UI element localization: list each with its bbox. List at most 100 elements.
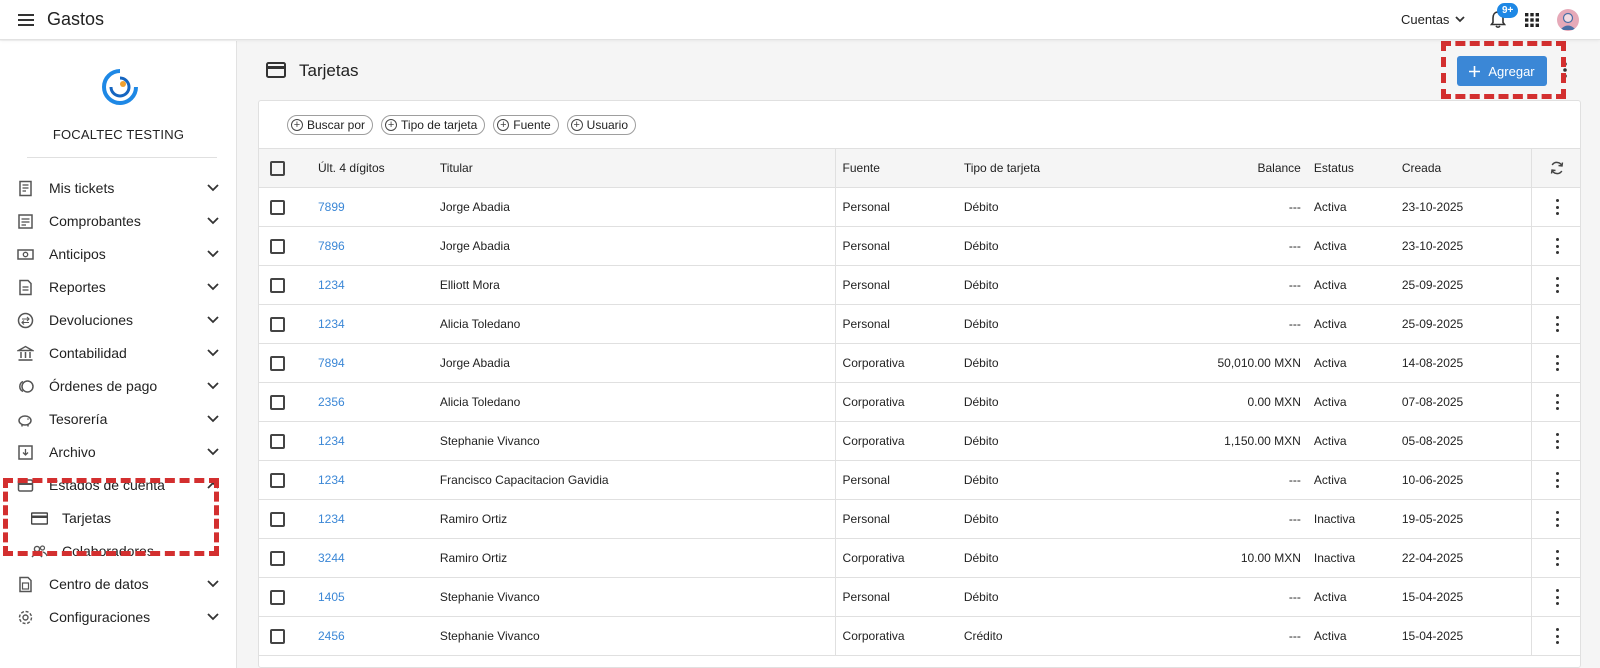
row-more-options-icon[interactable]	[1555, 394, 1559, 410]
card-digits-link[interactable]: 7896	[318, 239, 345, 253]
row-more-options-icon[interactable]	[1555, 277, 1559, 293]
cell-balance: 1,150.00 MXN	[1080, 421, 1313, 461]
row-checkbox[interactable]	[270, 628, 285, 644]
column-header-digits[interactable]: Últ. 4 dígitos	[302, 148, 429, 188]
row-checkbox[interactable]	[270, 589, 285, 605]
row-more-options-icon[interactable]	[1555, 199, 1559, 215]
sidebar-item-estados-de-cuenta[interactable]: Estados de cuenta	[0, 469, 237, 501]
hamburger-menu-icon[interactable]	[16, 11, 36, 29]
table-row[interactable]: 1234 Francisco Capacitacion Gavidia Person…	[259, 460, 1580, 500]
table-row[interactable]: 1234 Stephanie Vivanco Corporativa Débito 1,…	[259, 421, 1580, 461]
row-checkbox[interactable]	[270, 472, 285, 488]
cell-source: Corporativa	[835, 343, 958, 383]
filter-chip-usuario[interactable]: + Usuario	[566, 115, 637, 135]
table-row[interactable]: 7899 Jorge Abadia Personal Débito --- Activa 2…	[259, 187, 1580, 227]
row-checkbox[interactable]	[270, 238, 285, 254]
sidebar-item-configuraciones[interactable]: Configuraciones	[0, 601, 237, 633]
apps-grid-icon[interactable]	[1525, 13, 1539, 27]
column-header-holder[interactable]: Titular	[428, 148, 836, 188]
column-header-created[interactable]: Creada	[1400, 148, 1533, 188]
cell-created: 19-05-2025	[1400, 499, 1533, 539]
card-digits-link[interactable]: 1234	[318, 512, 345, 526]
sidebar-item-anticipos[interactable]: Anticipos	[0, 238, 237, 270]
cell-digits: 1234	[302, 460, 429, 500]
card-digits-link[interactable]: 1234	[318, 473, 345, 487]
column-header-balance[interactable]: Balance	[1080, 148, 1313, 188]
sidebar-item-mis-tickets[interactable]: Mis tickets	[0, 172, 237, 204]
accounts-dropdown[interactable]: Cuentas	[1401, 12, 1466, 27]
cell-balance: ---	[1080, 304, 1313, 344]
row-more-options-icon[interactable]	[1555, 433, 1559, 449]
card-digits-link[interactable]: 7894	[318, 356, 345, 370]
cell-status: Activa	[1312, 265, 1401, 305]
select-all-checkbox[interactable]	[270, 160, 285, 176]
row-checkbox[interactable]	[270, 550, 285, 566]
cell-source: Personal	[835, 265, 958, 305]
sidebar-item-centro-de-datos[interactable]: Centro de datos	[0, 568, 237, 600]
row-more-options-icon[interactable]	[1555, 238, 1559, 254]
avatar[interactable]	[1557, 9, 1579, 31]
card-digits-link[interactable]: 1405	[318, 590, 345, 604]
column-header-type[interactable]: Tipo de tarjeta	[957, 148, 1081, 188]
card-digits-link[interactable]: 1234	[318, 434, 345, 448]
row-more-options-icon[interactable]	[1555, 589, 1559, 605]
card-digits-link[interactable]: 7899	[318, 200, 345, 214]
column-header-source[interactable]: Fuente	[835, 148, 958, 188]
sidebar-item-contabilidad[interactable]: Contabilidad	[0, 337, 237, 369]
card-digits-link[interactable]: 3244	[318, 551, 345, 565]
row-checkbox[interactable]	[270, 199, 285, 215]
cell-balance: ---	[1080, 226, 1313, 266]
card-digits-link[interactable]: 2456	[318, 629, 345, 643]
row-checkbox[interactable]	[270, 433, 285, 449]
table-row[interactable]: 1405 Stephanie Vivanco Personal Débito --- Ac…	[259, 577, 1580, 617]
sidebar-item-label: Configuraciones	[49, 609, 151, 625]
chevron-down-icon	[207, 382, 219, 390]
table-row[interactable]: 2456 Stephanie Vivanco Corporativa Crédito -…	[259, 616, 1580, 656]
table-row[interactable]: 1234 Elliott Mora Personal Débito --- Activa 2…	[259, 265, 1580, 305]
filter-chip-tipo-de-tarjeta[interactable]: + Tipo de tarjeta	[381, 115, 486, 135]
table-row[interactable]: 3244 Ramiro Ortiz Corporativa Débito 10.00 M…	[259, 538, 1580, 578]
filter-chip-fuente[interactable]: + Fuente	[493, 115, 559, 135]
database-icon	[19, 576, 32, 593]
row-checkbox[interactable]	[270, 511, 285, 527]
row-checkbox[interactable]	[270, 355, 285, 371]
table-row[interactable]: 1234 Ramiro Ortiz Personal Débito --- Inactiv…	[259, 499, 1580, 539]
row-checkbox[interactable]	[270, 394, 285, 410]
card-digits-link[interactable]: 2356	[318, 395, 345, 409]
column-header-status[interactable]: Estatus	[1312, 148, 1401, 188]
more-options-icon[interactable]	[1562, 60, 1568, 80]
cell-digits: 1234	[302, 499, 429, 539]
sidebar-item-comprobantes[interactable]: Comprobantes	[0, 205, 237, 237]
sidebar-item-reportes[interactable]: Reportes	[0, 271, 237, 303]
card-digits-link[interactable]: 1234	[318, 278, 345, 292]
row-more-options-icon[interactable]	[1555, 355, 1559, 371]
sidebar-item-ordenes-de-pago[interactable]: Órdenes de pago	[0, 370, 237, 402]
table-row[interactable]: 1234 Alicia Toledano Personal Débito --- Acti…	[259, 304, 1580, 344]
row-more-options-icon[interactable]	[1555, 316, 1559, 332]
row-checkbox[interactable]	[270, 316, 285, 332]
sidebar-item-tarjetas[interactable]: Tarjetas	[0, 502, 237, 534]
add-button[interactable]: Agregar	[1457, 56, 1547, 86]
row-more-options-icon[interactable]	[1555, 550, 1559, 566]
cell-actions	[1531, 226, 1580, 266]
report-icon	[19, 279, 32, 296]
row-more-options-icon[interactable]	[1555, 511, 1559, 527]
refresh-icon[interactable]	[1549, 160, 1565, 176]
cell-created: 14-08-2025	[1400, 343, 1533, 383]
sidebar-item-archivo[interactable]: Archivo	[0, 436, 237, 468]
table-row[interactable]: 7896 Jorge Abadia Personal Débito --- Activa 2…	[259, 226, 1580, 266]
table-row[interactable]: 2356 Alicia Toledano Corporativa Débito 0.00…	[259, 382, 1580, 422]
wallet-icon	[17, 479, 34, 492]
sidebar-item-tesoreria[interactable]: Tesorería	[0, 403, 237, 435]
filter-chip-buscar-por[interactable]: + Buscar por	[287, 115, 374, 135]
cell-status: Activa	[1312, 460, 1401, 500]
card-digits-link[interactable]: 1234	[318, 317, 345, 331]
row-more-options-icon[interactable]	[1555, 628, 1559, 644]
cards-table: Últ. 4 dígitos Titular Fuente Tipo de ta…	[259, 148, 1580, 656]
row-checkbox[interactable]	[270, 277, 285, 293]
sidebar-item-devoluciones[interactable]: Devoluciones	[0, 304, 237, 336]
table-row[interactable]: 7894 Jorge Abadia Corporativa Débito 50,010.…	[259, 343, 1580, 383]
row-more-options-icon[interactable]	[1555, 472, 1559, 488]
cell-status: Activa	[1312, 187, 1401, 227]
sidebar-item-colaboradores[interactable]: Colaboradores	[0, 535, 237, 567]
